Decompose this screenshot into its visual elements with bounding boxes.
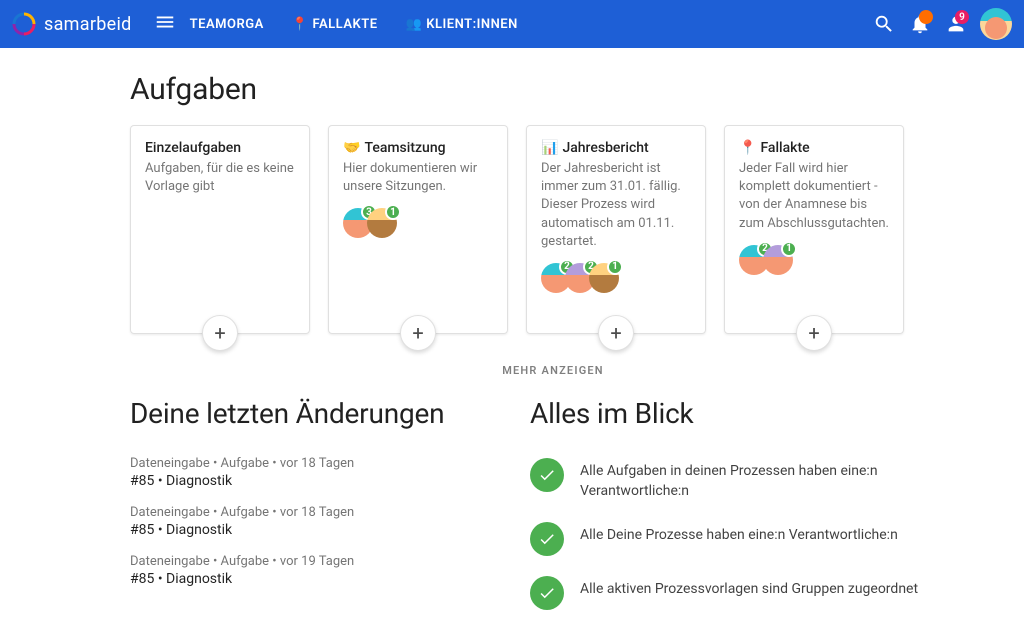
status-ok-icon bbox=[530, 576, 564, 610]
primary-nav: TEAMORGA 📍FALLAKTE 👥KLIENT:INNEN bbox=[190, 17, 518, 32]
pin-icon: 📍 bbox=[292, 17, 309, 32]
member-avatar[interactable]: 1 bbox=[589, 263, 619, 293]
task-card[interactable]: Einzelaufgaben Aufgaben, für die es keine… bbox=[130, 125, 310, 334]
account-badge: 9 bbox=[955, 10, 969, 24]
status-row: Alle Deine Prozesse haben eine:n Verantw… bbox=[530, 512, 930, 566]
app-bar: samarbeid TEAMORGA 📍FALLAKTE 👥KLIENT:INN… bbox=[0, 0, 1024, 48]
notifications-button[interactable] bbox=[902, 6, 938, 42]
user-avatar[interactable] bbox=[980, 8, 1012, 40]
logo-icon bbox=[12, 12, 36, 36]
avatar-row: 21 bbox=[739, 245, 889, 275]
avatar-row: 221 bbox=[541, 263, 691, 293]
search-button[interactable] bbox=[866, 6, 902, 42]
section-tasks-title: Aufgaben bbox=[130, 72, 976, 107]
card-emoji-icon: 📍 bbox=[739, 140, 756, 156]
task-card-title: 🤝Teamsitzung bbox=[343, 140, 493, 156]
section-overview-title: Alles im Blick bbox=[530, 397, 930, 430]
section-recent-title: Deine letzten Änderungen bbox=[130, 397, 490, 430]
add-task-button[interactable]: + bbox=[598, 315, 634, 351]
task-card[interactable]: 🤝Teamsitzung Hier dokumentieren wir unser… bbox=[328, 125, 508, 334]
task-card-title: 📍Fallakte bbox=[739, 140, 889, 156]
recent-item[interactable]: Dateneingabe • Aufgabe • vor 19 Tagen #85… bbox=[130, 546, 490, 595]
status-text: Alle aktiven Prozessvorlagen sind Gruppe… bbox=[580, 576, 918, 599]
status-row: Alle Aufgaben in deinen Prozessen haben … bbox=[530, 448, 930, 512]
status-row: Alle aktiven Prozessvorlagen sind Gruppe… bbox=[530, 566, 930, 620]
task-card-text: Jeder Fall wird hier komplett dokumentie… bbox=[739, 160, 889, 233]
task-card[interactable]: 📊Jahresbericht Der Jahresbericht ist imme… bbox=[526, 125, 706, 334]
recent-item-title: #85 • Diagnostik bbox=[130, 522, 490, 538]
nav-klient[interactable]: 👥KLIENT:INNEN bbox=[406, 17, 518, 32]
task-card-title: Einzelaufgaben bbox=[145, 140, 295, 156]
search-icon bbox=[873, 13, 895, 35]
brand-name: samarbeid bbox=[44, 14, 132, 35]
task-card-text: Aufgaben, für die es keine Vorlage gibt bbox=[145, 160, 295, 196]
notification-dot bbox=[919, 10, 933, 24]
card-emoji-icon: 🤝 bbox=[343, 140, 360, 156]
recent-changes-col: Deine letzten Änderungen Dateneingabe • … bbox=[130, 397, 490, 620]
show-more-link[interactable]: MEHR ANZEIGEN bbox=[130, 364, 976, 377]
recent-item-title: #85 • Diagnostik bbox=[130, 571, 490, 587]
people-icon: 👥 bbox=[406, 17, 423, 32]
hamburger-icon[interactable] bbox=[154, 11, 176, 37]
avatar-count-badge: 1 bbox=[607, 259, 623, 275]
status-text: Alle Deine Prozesse haben eine:n Verantw… bbox=[580, 522, 898, 545]
task-card-text: Der Jahresbericht ist immer zum 31.01. f… bbox=[541, 160, 691, 251]
add-task-button[interactable]: + bbox=[796, 315, 832, 351]
recent-list: Dateneingabe • Aufgabe • vor 18 Tagen #85… bbox=[130, 448, 490, 595]
task-card[interactable]: 📍Fallakte Jeder Fall wird hier komplett d… bbox=[724, 125, 904, 334]
recent-item[interactable]: Dateneingabe • Aufgabe • vor 18 Tagen #85… bbox=[130, 448, 490, 497]
recent-item-title: #85 • Diagnostik bbox=[130, 473, 490, 489]
status-text: Alle Aufgaben in deinen Prozessen haben … bbox=[580, 458, 930, 502]
status-ok-icon bbox=[530, 522, 564, 556]
account-button[interactable]: 9 bbox=[938, 6, 974, 42]
card-emoji-icon: 📊 bbox=[541, 140, 558, 156]
member-avatar[interactable]: 1 bbox=[367, 208, 397, 238]
task-card-title: 📊Jahresbericht bbox=[541, 140, 691, 156]
recent-item[interactable]: Dateneingabe • Aufgabe • vor 18 Tagen #85… bbox=[130, 497, 490, 546]
avatar-count-badge: 1 bbox=[781, 241, 797, 257]
member-avatar[interactable]: 1 bbox=[763, 245, 793, 275]
avatar-count-badge: 1 bbox=[385, 204, 401, 220]
status-ok-icon bbox=[530, 458, 564, 492]
recent-item-meta: Dateneingabe • Aufgabe • vor 18 Tagen bbox=[130, 505, 490, 520]
task-cards-row: Einzelaufgaben Aufgaben, für die es keine… bbox=[130, 125, 976, 334]
columns: Deine letzten Änderungen Dateneingabe • … bbox=[130, 397, 976, 620]
recent-item-meta: Dateneingabe • Aufgabe • vor 19 Tagen bbox=[130, 554, 490, 569]
add-task-button[interactable]: + bbox=[202, 315, 238, 351]
overview-list: Alle Aufgaben in deinen Prozessen haben … bbox=[530, 448, 930, 620]
brand-block[interactable]: samarbeid bbox=[12, 12, 132, 36]
add-task-button[interactable]: + bbox=[400, 315, 436, 351]
avatar-row: 31 bbox=[343, 208, 493, 238]
overview-col: Alles im Blick Alle Aufgaben in deinen P… bbox=[530, 397, 930, 620]
task-card-text: Hier dokumentieren wir unsere Sitzungen. bbox=[343, 160, 493, 196]
nav-teamorga[interactable]: TEAMORGA bbox=[190, 17, 264, 32]
recent-item-meta: Dateneingabe • Aufgabe • vor 18 Tagen bbox=[130, 456, 490, 471]
nav-fallakte[interactable]: 📍FALLAKTE bbox=[292, 17, 378, 32]
page-content: Aufgaben Einzelaufgaben Aufgaben, für die… bbox=[0, 48, 1024, 620]
